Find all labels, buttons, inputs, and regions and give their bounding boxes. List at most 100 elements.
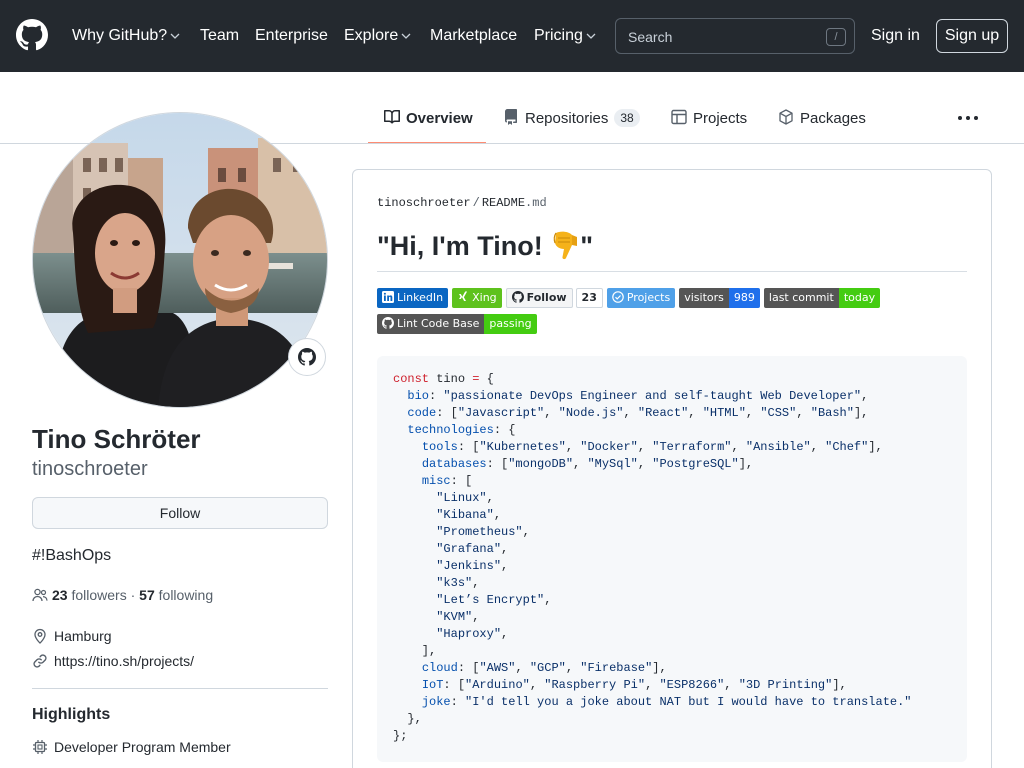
readme-title-end: " — [580, 231, 594, 261]
followers-link[interactable]: 23 followers — [52, 587, 127, 603]
code-block: const tino = { bio: "passionate DevOps E… — [377, 356, 967, 762]
lint-code-base-badge[interactable]: Lint Code Base passing — [377, 314, 537, 334]
code-string: "MySql" — [587, 457, 638, 471]
code-string: "mongoDB" — [508, 457, 574, 471]
website-link[interactable]: https://tino.sh/projects/ — [54, 653, 194, 669]
tab-overview[interactable]: Overview — [384, 106, 473, 132]
code-val-bio: "passionate DevOps Engineer and self-tau… — [443, 389, 862, 403]
tab-packages[interactable]: Packages — [778, 106, 866, 132]
projects-badge[interactable]: Projects — [606, 288, 676, 308]
followers-label: followers — [71, 587, 127, 603]
nav-marketplace-label: Marketplace — [430, 27, 518, 44]
readme-title: "Hi, I'm Tino! " — [377, 228, 593, 264]
code-key-databases: databases — [421, 457, 487, 471]
global-header: Why GitHub? Team Enterprise Explore Mark… — [0, 0, 1024, 72]
xing-badge[interactable]: Xing — [452, 288, 502, 308]
code-string: "Terraform" — [652, 440, 732, 454]
code-string: "Ansible" — [745, 440, 811, 454]
repo-icon — [505, 109, 517, 125]
lint-badge-label: Lint Code Base — [397, 317, 480, 330]
backhand-pointing-down-emoji-icon — [553, 231, 578, 259]
location-text: Hamburg — [54, 628, 112, 644]
more-options-icon[interactable] — [956, 108, 980, 128]
search-box[interactable]: / — [615, 18, 855, 54]
status-badge[interactable] — [288, 338, 326, 376]
code-key-misc: misc — [421, 474, 451, 488]
profile-bio: #!BashOps — [32, 547, 112, 564]
location-pin-icon — [34, 629, 46, 645]
readme-owner-link[interactable]: tinoschroeter — [377, 196, 471, 210]
tab-repositories[interactable]: Repositories 38 — [503, 106, 640, 132]
code-val-joke: "I'd tell you a joke about NAT but I wou… — [465, 695, 912, 709]
visitors-badge[interactable]: visitors 989 — [679, 288, 760, 308]
code-string: "Chef" — [825, 440, 869, 454]
code-string: "Bash" — [810, 406, 854, 420]
code-string: "ESP8266" — [659, 678, 725, 692]
code-brace: { — [479, 372, 494, 386]
code-string: "Haproxy" — [436, 627, 502, 641]
linkedin-icon — [382, 291, 394, 303]
code-string: "Linux" — [436, 491, 487, 505]
profile-full-name: Tino Schröter — [32, 424, 201, 454]
follow-stats: 23 followers · 57 following — [32, 586, 213, 604]
tab-packages-label: Packages — [800, 110, 866, 127]
nav-pricing[interactable]: Pricing — [534, 24, 596, 48]
nav-team[interactable]: Team — [200, 24, 239, 48]
code-key-joke: joke — [421, 695, 451, 709]
repositories-count-badge: 38 — [614, 109, 640, 128]
book-icon — [384, 110, 400, 124]
code-string: "Prometheus" — [436, 525, 523, 539]
last-commit-badge-label: last commit — [763, 288, 839, 308]
following-count: 57 — [139, 587, 155, 603]
profile-location: Hamburg — [32, 627, 112, 645]
code-key-code: code — [407, 406, 437, 420]
tab-projects-label: Projects — [693, 110, 748, 127]
code-string: "Kubernetes" — [479, 440, 566, 454]
sign-in-link[interactable]: Sign in — [871, 24, 920, 48]
nav-enterprise[interactable]: Enterprise — [255, 24, 328, 48]
last-commit-badge[interactable]: last commit today — [763, 288, 881, 308]
check-circle-icon — [612, 291, 624, 303]
following-link[interactable]: 57 following — [139, 587, 213, 603]
search-input[interactable] — [628, 27, 818, 47]
code-key-technologies: technologies — [407, 423, 494, 437]
tab-projects[interactable]: Projects — [671, 106, 747, 132]
avatar-photo — [33, 113, 327, 407]
avatar[interactable] — [32, 112, 328, 408]
code-string: "Jenkins" — [436, 559, 502, 573]
readme-file-ext: .md — [525, 196, 547, 210]
code-string: "Firebase" — [580, 661, 653, 675]
follow-button[interactable]: Follow — [32, 497, 328, 529]
link-icon — [33, 654, 47, 668]
code-string: "Raspberry Pi" — [544, 678, 646, 692]
github-logo-icon[interactable] — [16, 19, 48, 51]
sign-up-button[interactable]: Sign up — [936, 19, 1008, 53]
code-string: "Arduino" — [465, 678, 530, 692]
nav-explore[interactable]: Explore — [344, 24, 411, 48]
readme-file-name[interactable]: README — [482, 196, 525, 210]
code-key-cloud: cloud — [421, 661, 458, 675]
code-string: "Kibana" — [436, 508, 494, 522]
code-string: "HTML" — [702, 406, 746, 420]
code-string: "KVM" — [436, 610, 473, 624]
nav-why-github[interactable]: Why GitHub? — [72, 24, 180, 48]
nav-why-github-label: Why GitHub? — [72, 27, 168, 44]
linkedin-badge-label: LinkedIn — [397, 291, 444, 304]
code-string: "CSS" — [760, 406, 797, 420]
profile-website[interactable]: https://tino.sh/projects/ — [32, 652, 194, 670]
code-key-iot: IoT — [421, 678, 444, 692]
github-follow-badge[interactable]: Follow — [505, 288, 573, 308]
github-followers-count: 23 — [575, 288, 603, 308]
cpu-chip-icon — [33, 740, 47, 755]
code-string: "3D Printing" — [738, 678, 833, 692]
linkedin-badge[interactable]: LinkedIn — [377, 288, 449, 308]
badges-row-2: Lint Code Base passing — [377, 314, 541, 334]
nav-marketplace[interactable]: Marketplace — [430, 24, 517, 48]
project-icon — [671, 109, 687, 125]
nav-explore-label: Explore — [344, 27, 399, 44]
github-follow-label: Follow — [526, 291, 567, 304]
search-shortcut-hint: / — [826, 28, 846, 46]
code-keyword: const — [393, 372, 430, 386]
title-divider — [377, 271, 967, 272]
code-key-bio: bio — [407, 389, 430, 403]
